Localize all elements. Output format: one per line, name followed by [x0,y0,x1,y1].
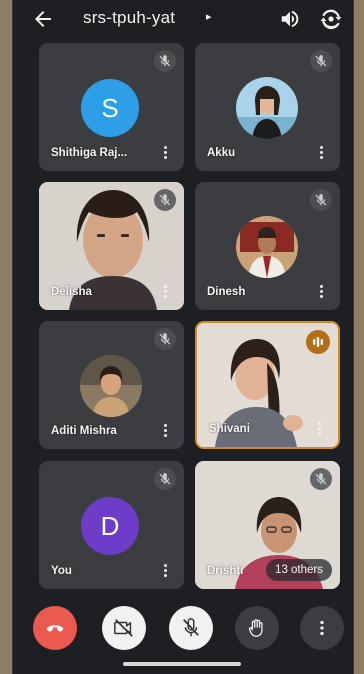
more-vert-icon[interactable] [164,564,168,578]
mic-off-icon [183,618,199,637]
avatar: D [81,497,139,555]
speaker-icon[interactable] [279,8,301,30]
participant-name: Delisha [51,286,92,298]
hand-icon [248,619,263,637]
others-count-badge[interactable]: 13 others [266,559,332,581]
mic-off-icon [154,189,176,211]
camera-switch-icon[interactable] [319,7,343,31]
avatar: S [81,79,139,137]
participant-tile[interactable]: Dinesh [195,182,340,310]
more-vert-icon[interactable] [164,285,168,299]
mic-off-icon [310,50,332,72]
participant-name: Shithiga Raj... [51,147,128,159]
avatar [236,216,298,278]
participant-name: Shivani [209,423,250,435]
meet-call-screen: srs-tpuh-yat ▸ S Shithiga Raj... Akku De… [12,0,354,674]
participant-name: Aditi Mishra [51,425,117,437]
more-vert-icon[interactable] [164,424,168,438]
mic-toggle-button[interactable] [169,606,213,650]
top-bar: srs-tpuh-yat ▸ [13,0,353,38]
participant-name: You [51,565,72,577]
mic-off-icon [154,328,176,350]
participant-tile[interactable]: Aditi Mishra [39,321,184,449]
more-vert-icon[interactable] [320,285,324,299]
avatar [80,355,142,417]
end-call-button[interactable] [33,606,77,650]
participant-tile-self[interactable]: D You [39,461,184,589]
more-vert-icon[interactable] [164,146,168,160]
participant-tile[interactable]: Akku [195,43,340,171]
meeting-code[interactable]: srs-tpuh-yat [83,8,175,28]
mic-off-icon [154,50,176,72]
participant-tile-overflow[interactable]: Drishti 13 others [195,461,340,589]
participant-name: Drishti [207,565,244,577]
mic-off-icon [310,468,332,490]
caret-right-icon[interactable]: ▸ [206,10,212,23]
more-options-button[interactable] [300,606,344,650]
audio-level-icon [306,330,330,354]
call-controls [13,606,353,650]
mic-off-icon [154,468,176,490]
more-vert-icon [320,620,324,636]
avatar [236,77,298,139]
arrow-back-icon[interactable] [31,7,55,31]
camera-toggle-button[interactable] [102,606,146,650]
participant-tile-active-speaker[interactable]: Shivani [195,321,340,449]
more-vert-icon[interactable] [318,422,322,436]
participant-name: Dinesh [207,286,246,298]
raise-hand-button[interactable] [235,606,279,650]
home-indicator[interactable] [123,662,241,666]
participant-tile[interactable]: S Shithiga Raj... [39,43,184,171]
participant-tile[interactable]: Delisha [39,182,184,310]
phone-hangup-icon [46,625,64,632]
video-off-icon [114,619,133,637]
more-vert-icon[interactable] [320,146,324,160]
mic-off-icon [310,189,332,211]
participant-name: Akku [207,147,236,159]
